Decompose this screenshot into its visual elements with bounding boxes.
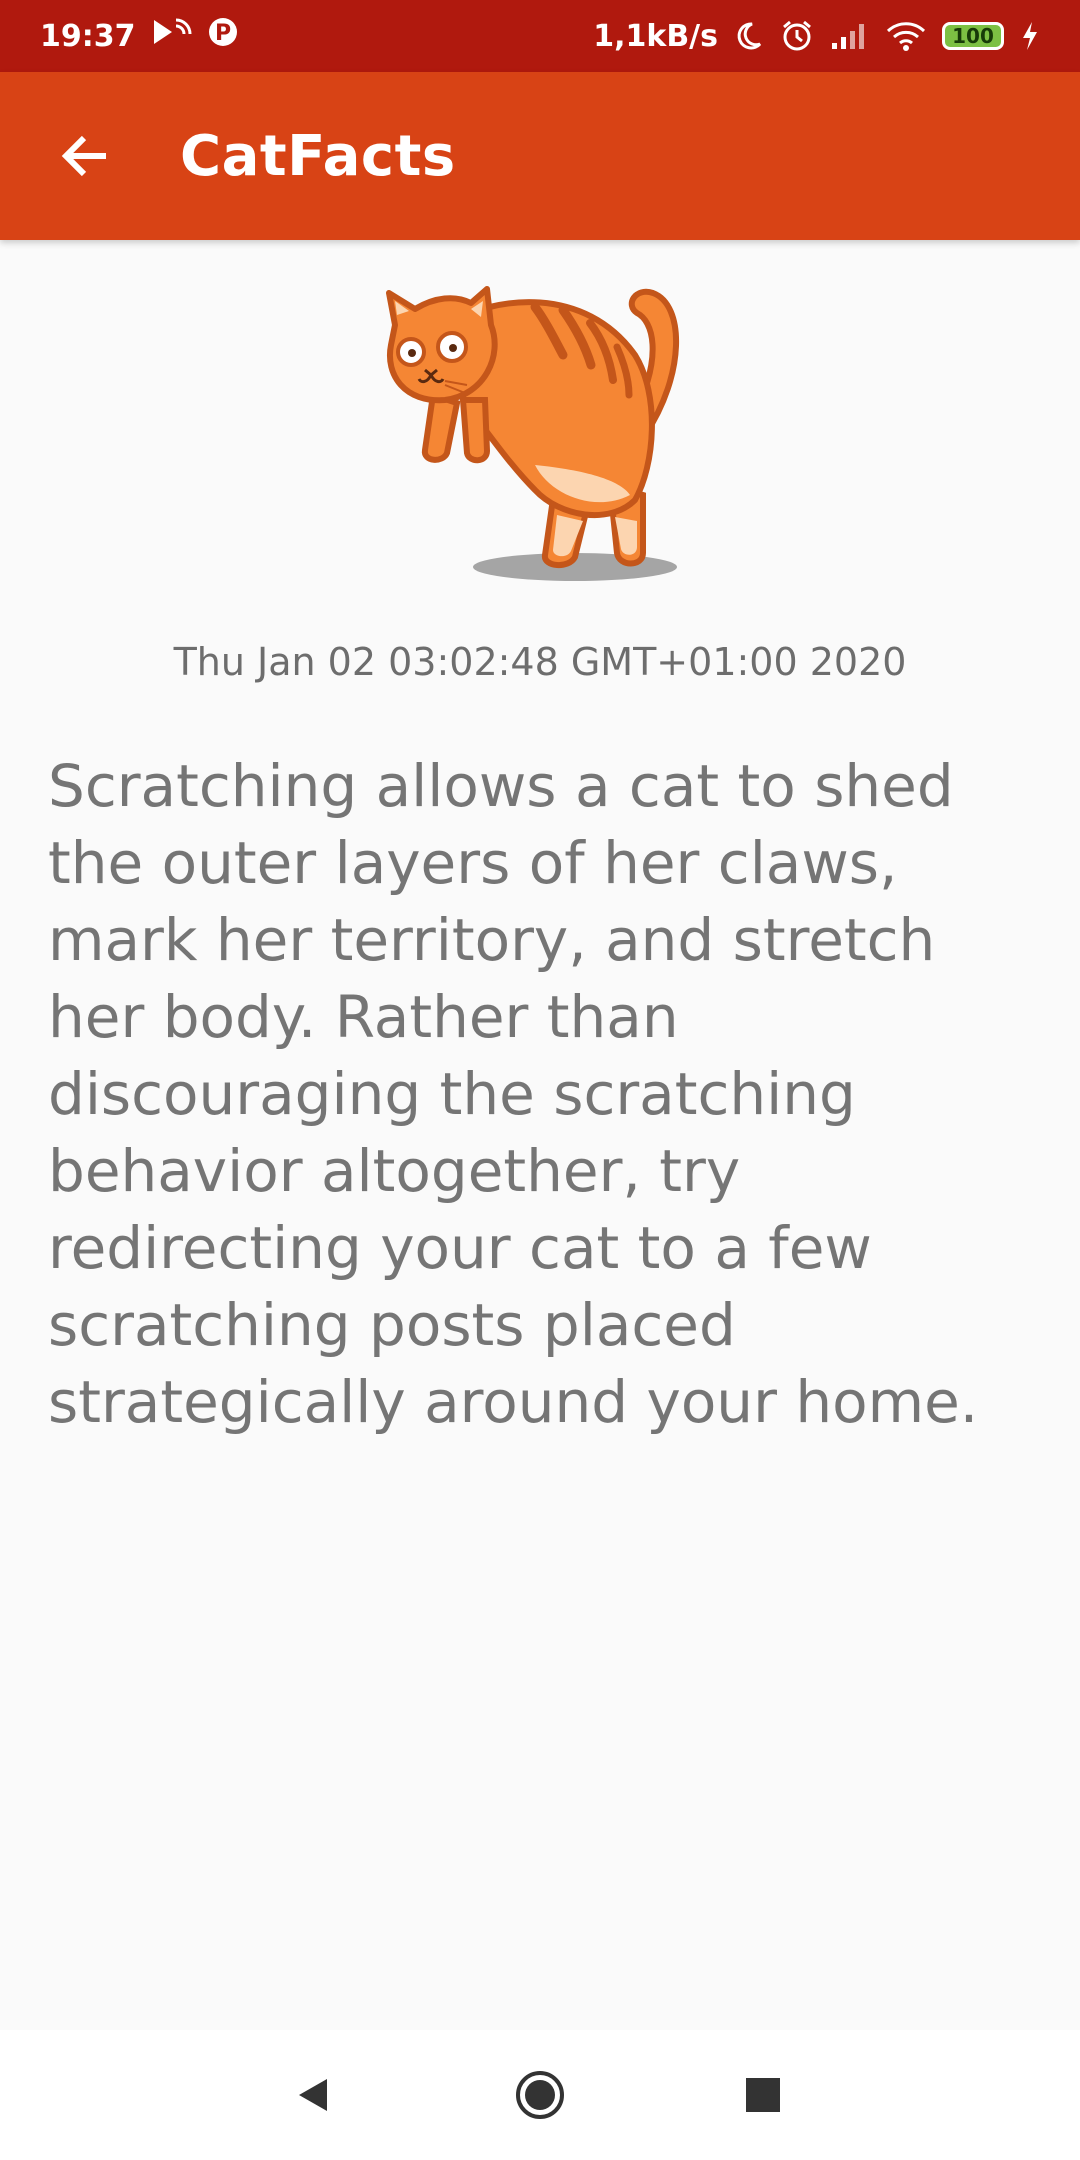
cast-icon: [152, 16, 192, 56]
fact-timestamp: Thu Jan 02 03:02:48 GMT+01:00 2020: [173, 640, 907, 684]
nav-back-icon: [299, 2079, 327, 2111]
screen: 19:37 P 1,1kB/s 100 CatFacts Thu Jan 02 …: [0, 0, 1080, 2160]
app-bar: CatFacts: [0, 72, 1080, 240]
battery-icon: 100: [942, 22, 1004, 50]
nav-recents-icon: [746, 2078, 780, 2112]
status-left: 19:37 P: [40, 16, 238, 56]
cat-illustration: [385, 285, 695, 595]
moon-icon: [734, 20, 764, 52]
nav-recents-button[interactable]: [718, 2050, 808, 2140]
p-badge-letter: P: [214, 21, 230, 46]
signal-icon: [830, 21, 870, 51]
status-time: 19:37: [40, 18, 136, 54]
status-right: 1,1kB/s 100: [593, 19, 1040, 54]
nav-back-button[interactable]: [268, 2050, 358, 2140]
nav-bar: [0, 2030, 1080, 2160]
wifi-icon: [886, 20, 926, 52]
back-button[interactable]: [40, 111, 130, 201]
alarm-icon: [780, 19, 814, 53]
nav-home-icon: [516, 2071, 564, 2119]
status-bar: 19:37 P 1,1kB/s 100: [0, 0, 1080, 72]
arrow-back-icon: [61, 135, 106, 177]
nav-home-button[interactable]: [495, 2050, 585, 2140]
app-title: CatFacts: [180, 123, 456, 189]
charging-icon: [1020, 20, 1040, 52]
fact-text: Scratching allows a cat to shed the oute…: [48, 752, 979, 1436]
net-speed: 1,1kB/s: [593, 18, 718, 54]
p-badge-icon: P: [208, 16, 238, 56]
